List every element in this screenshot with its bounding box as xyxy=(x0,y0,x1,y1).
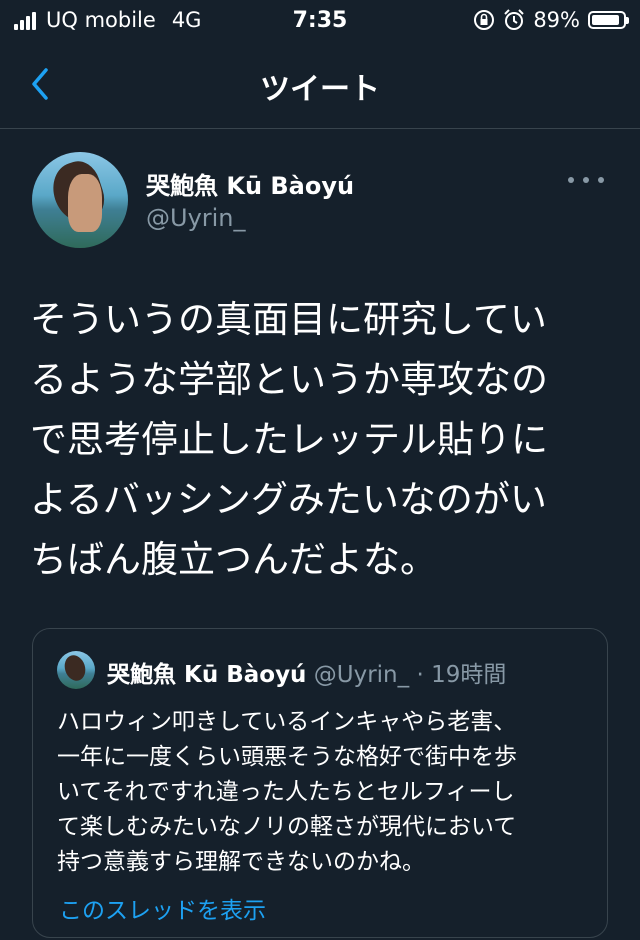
show-thread-link[interactable]: このスレッドを表示 xyxy=(59,891,266,925)
quoted-tweet[interactable]: 哭鮑魚 Kū Bàoyú @Uyrin_ · 19時間 ハロウィン叩きしているイ… xyxy=(32,628,608,938)
quote-header: 哭鮑魚 Kū Bàoyú @Uyrin_ · 19時間 xyxy=(107,655,506,689)
quote-display-name: 哭鮑魚 Kū Bàoyú xyxy=(107,662,307,688)
display-name[interactable]: 哭鮑魚 Kū Bàoyú xyxy=(146,166,354,201)
more-dots-icon[interactable] xyxy=(568,174,604,186)
page-title: ツイート xyxy=(260,72,380,107)
nav-bar: ツイート xyxy=(0,42,640,129)
quote-avatar xyxy=(57,651,95,689)
quote-timestamp: 19時間 xyxy=(431,662,507,688)
avatar[interactable] xyxy=(32,152,128,248)
status-right: 89% xyxy=(473,8,629,32)
tweet-text: そういうの真面目に研究してい るような学部というか専攻なの で思考停止したレッテ… xyxy=(30,298,548,581)
battery-percent: 89% xyxy=(533,8,580,32)
rotation-lock-icon xyxy=(474,10,495,30)
status-bar: UQ mobile 4G 7:35 89% xyxy=(0,0,640,42)
user-handle[interactable]: @Uyrin_ xyxy=(146,204,246,232)
tweet-header: 哭鮑魚 Kū Bàoyú @Uyrin_ xyxy=(32,152,612,252)
alarm-icon xyxy=(504,9,525,30)
quote-separator: · xyxy=(416,662,424,688)
quote-text: ハロウィン叩きしているインキャやら老害、 一年に一度くらい頭悪そうな格好で街中を… xyxy=(57,709,517,875)
quote-handle: @Uyrin_ xyxy=(313,662,410,688)
battery-icon xyxy=(588,11,629,29)
